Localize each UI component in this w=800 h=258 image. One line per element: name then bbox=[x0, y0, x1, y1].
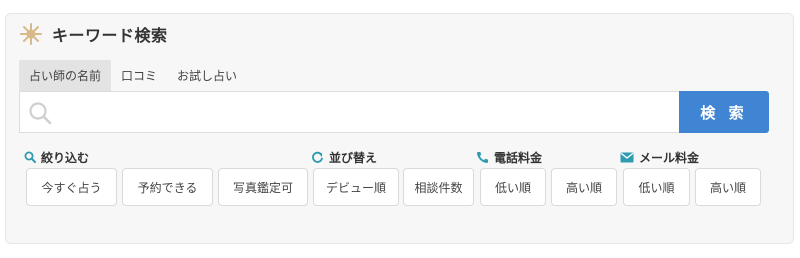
mail-rate-text: メール料金 bbox=[639, 150, 700, 165]
phone-rate-label: 電話料金 bbox=[476, 148, 542, 166]
mail-rate-chip-high[interactable]: 高い順 bbox=[695, 168, 761, 206]
filter-chip-reservable[interactable]: 予約できる bbox=[122, 168, 213, 206]
filter-chip-photo-reading[interactable]: 写真鑑定可 bbox=[218, 168, 308, 206]
mail-rate-label: メール料金 bbox=[620, 148, 699, 166]
search-field bbox=[19, 91, 679, 134]
filter-narrow-label: 絞り込む bbox=[24, 148, 89, 166]
panel-header: キーワード検索 bbox=[20, 22, 168, 46]
filter-narrow-text: 絞り込む bbox=[41, 150, 90, 165]
sort-chip-debut[interactable]: デビュー順 bbox=[313, 168, 399, 206]
phone-rate-text: 電話料金 bbox=[494, 150, 543, 165]
sun-icon bbox=[20, 23, 42, 45]
sort-text: 並び替え bbox=[329, 150, 378, 165]
mail-icon bbox=[620, 152, 634, 162]
mail-rate-chip-low[interactable]: 低い順 bbox=[623, 168, 690, 206]
tab-trial-reading[interactable]: お試し占い bbox=[167, 60, 247, 91]
search-icon bbox=[29, 102, 52, 125]
search-icon bbox=[24, 151, 36, 163]
sort-chip-consultations[interactable]: 相談件数 bbox=[403, 168, 474, 206]
tab-reviews[interactable]: 口コミ bbox=[111, 60, 167, 91]
search-tabs: 占い師の名前 口コミ お試し占い bbox=[19, 60, 247, 91]
refresh-icon bbox=[312, 151, 323, 163]
page-title: キーワード検索 bbox=[52, 26, 168, 45]
search-input[interactable] bbox=[60, 92, 675, 134]
phone-rate-chip-high[interactable]: 高い順 bbox=[551, 168, 617, 206]
search-button[interactable]: 検 索 bbox=[679, 91, 769, 133]
search-bar: 検 索 bbox=[19, 91, 769, 134]
phone-icon bbox=[477, 151, 488, 163]
phone-rate-chip-low[interactable]: 低い順 bbox=[480, 168, 546, 206]
tab-fortune-teller-name[interactable]: 占い師の名前 bbox=[19, 60, 112, 91]
filter-chip-available-now[interactable]: 今すぐ占う bbox=[26, 168, 117, 206]
sort-label: 並び替え bbox=[311, 148, 377, 166]
